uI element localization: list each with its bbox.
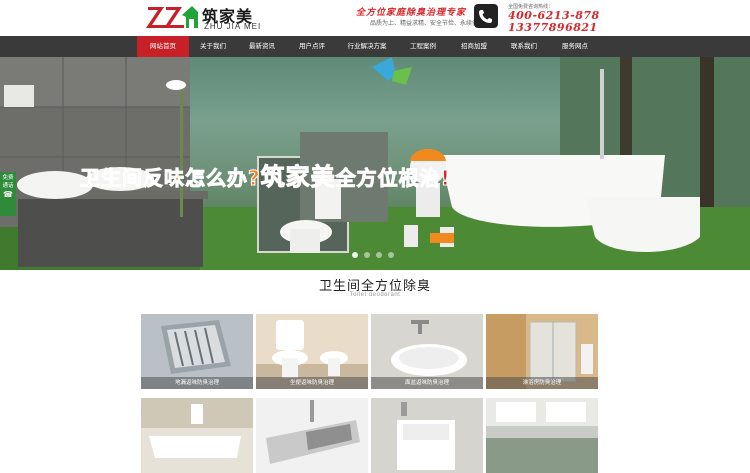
nav-item-service-points[interactable]: 服务网点	[549, 36, 601, 57]
product-caption: 面盆返味防臭治理	[371, 377, 483, 389]
nav-item-reviews[interactable]: 用户点评	[287, 36, 337, 57]
logo-mark-icon[interactable]	[146, 3, 198, 29]
kitchen-image	[486, 398, 598, 473]
hotline-number-2[interactable]: 13377896821	[508, 21, 598, 34]
banner-headline-solution: 全方位根治!	[335, 166, 451, 191]
phone-icon	[474, 4, 498, 28]
product-caption: 地漏返味防臭治理	[141, 377, 253, 389]
header-subslogan: 品质为上、精益求精、安全节俭、永续创新	[370, 20, 485, 27]
free-call-tab[interactable]: 免费 通话 ☎	[0, 172, 16, 216]
banner-headline-brand: 筑家美	[260, 163, 336, 192]
free-call-tab-line1: 免费	[2, 175, 14, 181]
product-card-kitchen[interactable]	[486, 398, 598, 473]
logo-name-en: ZHU JIA MEI	[204, 22, 262, 31]
nav-item-about[interactable]: 关于我们	[189, 36, 237, 57]
product-card-toilet[interactable]: 坐便返味防臭治理	[256, 314, 368, 389]
nav-item-cases[interactable]: 工程案例	[397, 36, 449, 57]
phone-handset-icon: ☎	[3, 190, 13, 199]
hero-banner[interactable]: 卫生间反味怎么办?筑家美全方位根治!	[0, 57, 750, 270]
banner-headline-question: 卫生间反味怎么办?	[80, 166, 261, 191]
product-card-floor-drain[interactable]: 地漏返味防臭治理	[141, 314, 253, 389]
site-header: 筑家美 ZHU JIA MEI 全方位家庭除臭治理专家 品质为上、精益求精、安全…	[0, 0, 750, 36]
header-slogan: 全方位家庭除臭治理专家	[356, 8, 467, 18]
nav-item-news[interactable]: 最新资讯	[237, 36, 287, 57]
nav-item-contact[interactable]: 联系我们	[499, 36, 549, 57]
bathtub-image	[141, 398, 253, 473]
banner-headline: 卫生间反味怎么办?筑家美全方位根治!	[80, 157, 451, 192]
product-caption: 坐便返味防臭治理	[256, 377, 368, 389]
product-card-bathtub[interactable]	[141, 398, 253, 473]
product-caption: 淋浴房防臭治理	[486, 377, 598, 389]
main-nav: 网站首页 关于我们 最新资讯 用户点评 行业解决方案 工程案例 招商加盟 联系我…	[0, 36, 750, 57]
product-card-sink[interactable]	[256, 398, 368, 473]
kitchen-sink-image	[256, 398, 368, 473]
nav-item-home[interactable]: 网站首页	[137, 36, 189, 57]
product-card-mop-sink[interactable]	[371, 398, 483, 473]
section-subtitle: Toilet deodorant	[349, 292, 401, 298]
product-card-shower[interactable]: 淋浴房防臭治理	[486, 314, 598, 389]
mop-sink-image	[371, 398, 483, 473]
nav-item-solutions[interactable]: 行业解决方案	[337, 36, 397, 57]
product-card-washbasin[interactable]: 面盆返味防臭治理	[371, 314, 483, 389]
free-call-tab-line2: 通话	[2, 183, 14, 189]
nav-item-franchise[interactable]: 招商加盟	[449, 36, 499, 57]
